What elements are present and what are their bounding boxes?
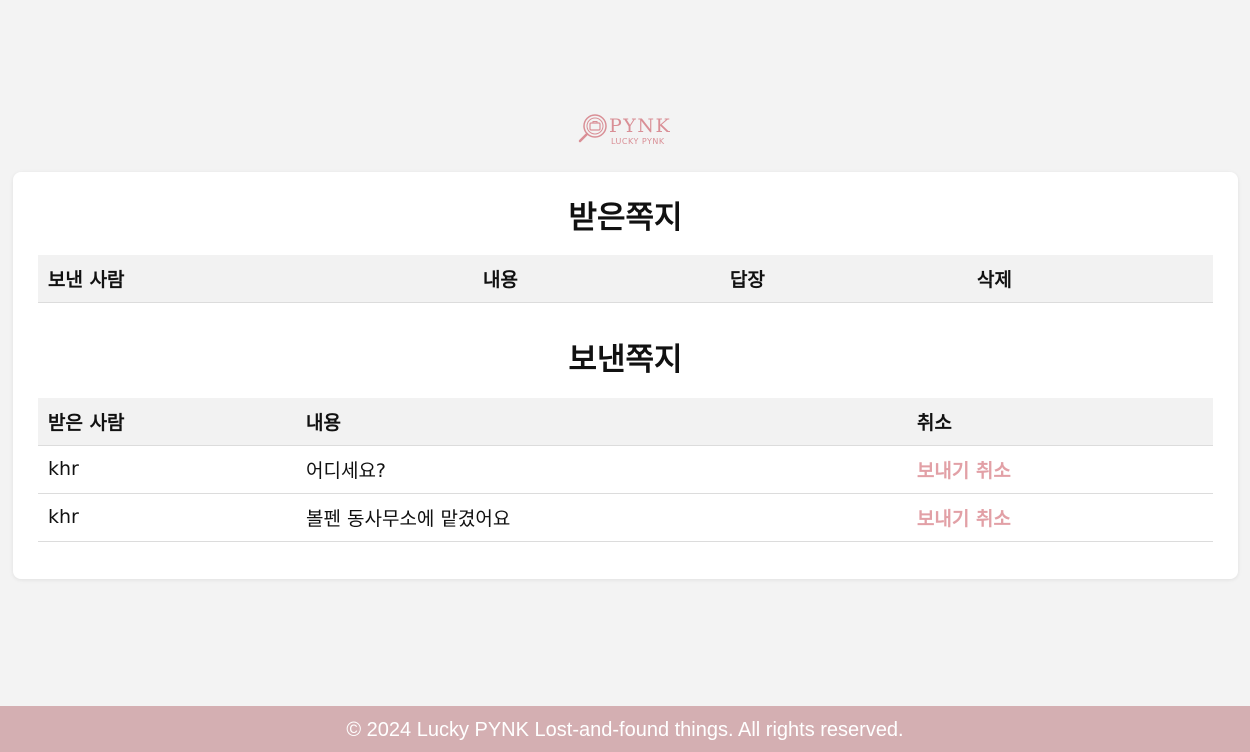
cancel-send-button[interactable]: 보내기 취소 [917,460,1011,482]
table-row: khr 볼펜 동사무소에 맡겼어요 보내기 취소 [38,493,1213,542]
cancel-cell: 보내기 취소 [907,445,1213,494]
column-header-sender: 보낸 사람 [38,255,473,303]
cancel-send-button[interactable]: 보내기 취소 [917,508,1011,530]
table-header-row: 받은 사람 내용 취소 [38,398,1213,446]
sent-messages-table: 받은 사람 내용 취소 khr 어디세요? 보내기 취소 khr 볼펜 동사무소… [38,398,1213,542]
footer-copyright: © 2024 Lucky PYNK Lost-and-found things.… [346,719,904,741]
magnifier-icon: PYNK LUCKY PYNK [578,114,671,146]
column-header-recipient: 받은 사람 [38,398,296,446]
received-messages-title: 받은쪽지 [568,200,683,236]
sent-messages-title: 보낸쪽지 [568,342,683,378]
column-header-reply: 답장 [720,255,967,303]
site-footer: © 2024 Lucky PYNK Lost-and-found things.… [0,706,1250,752]
site-logo[interactable]: PYNK LUCKY PYNK [575,112,677,148]
column-header-cancel: 취소 [907,398,1213,446]
logo-tagline: LUCKY PYNK [611,137,665,146]
content-cell: 어디세요? [296,445,907,494]
messages-card: 받은쪽지 보낸 사람 내용 답장 삭제 보낸쪽지 받은 사람 내용 취소 khr… [13,172,1238,579]
table-row: khr 어디세요? 보내기 취소 [38,445,1213,494]
cancel-cell: 보내기 취소 [907,493,1213,542]
content-cell: 볼펜 동사무소에 맡겼어요 [296,493,907,542]
column-header-content: 내용 [473,255,720,303]
column-header-content: 내용 [296,398,907,446]
received-messages-table: 보낸 사람 내용 답장 삭제 [38,255,1213,303]
logo-brand: PYNK [609,115,671,137]
recipient-cell: khr [38,445,296,494]
table-header-row: 보낸 사람 내용 답장 삭제 [38,255,1213,303]
page: PYNK LUCKY PYNK 받은쪽지 보낸 사람 내용 답장 삭제 보낸쪽지… [0,0,1250,752]
column-header-delete: 삭제 [967,255,1213,303]
recipient-cell: khr [38,493,296,542]
